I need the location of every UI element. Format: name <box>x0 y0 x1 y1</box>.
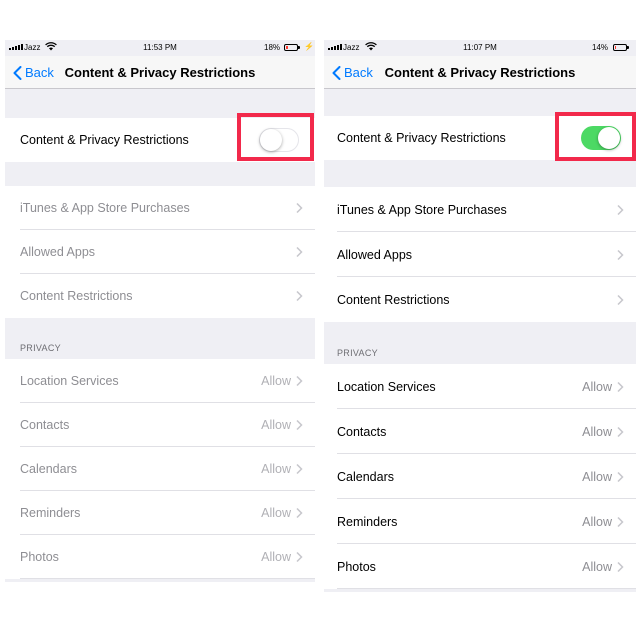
chevron-right-icon <box>296 290 303 302</box>
highlight-box-toggle-off <box>237 113 314 161</box>
chevron-right-icon <box>296 246 303 258</box>
list-item-value: Allow <box>582 424 612 439</box>
store-settings-group: iTunes & App Store Purchases Allowed App… <box>324 187 636 322</box>
list-item-label: Contacts <box>337 424 387 439</box>
list-item[interactable]: Calendars Allow <box>324 454 636 499</box>
chevron-right-icon <box>617 561 624 572</box>
store-settings-group: iTunes & App Store Purchases Allowed App… <box>5 186 315 318</box>
status-time: 11:07 PM <box>463 43 497 52</box>
chevron-right-icon <box>617 471 624 482</box>
list-item-label: iTunes & App Store Purchases <box>337 202 507 217</box>
list-item-label: Allowed Apps <box>337 247 413 262</box>
list-item-label: Photos <box>20 550 59 564</box>
chevron-right-icon <box>617 204 624 215</box>
list-item[interactable]: Location Services Allow <box>5 359 315 403</box>
privacy-section-header: PRIVACY <box>337 348 378 358</box>
chevron-right-icon <box>617 249 624 260</box>
list-item[interactable]: Content Restrictions <box>324 277 636 322</box>
list-item-value: Allow <box>261 550 291 564</box>
privacy-settings-group: Location Services Allow Contacts Allow C… <box>5 359 315 579</box>
list-item[interactable]: Allowed Apps <box>5 230 315 274</box>
list-item[interactable]: Photos Allow <box>5 535 315 579</box>
list-item[interactable]: Photos Allow <box>324 544 636 589</box>
list-item-label: Calendars <box>20 462 77 476</box>
list-item-label: Location Services <box>337 379 436 394</box>
list-item-label: Reminders <box>20 506 81 520</box>
privacy-settings-group: Location Services Allow Contacts Allow C… <box>324 364 636 589</box>
list-item[interactable]: Reminders Allow <box>5 491 315 535</box>
list-item[interactable]: Calendars Allow <box>5 447 315 491</box>
list-item[interactable]: Content Restrictions <box>5 274 315 318</box>
list-item[interactable]: Reminders Allow <box>324 499 636 544</box>
list-item-value: Allow <box>582 559 612 574</box>
list-item[interactable]: iTunes & App Store Purchases <box>324 187 636 232</box>
list-item[interactable]: Contacts Allow <box>324 409 636 454</box>
battery-percentage: 14% <box>592 43 609 52</box>
list-item[interactable]: Location Services Allow <box>324 364 636 409</box>
list-item-value: Allow <box>261 462 291 476</box>
list-item[interactable]: Allowed Apps <box>324 232 636 277</box>
list-item-label: Reminders <box>337 514 398 529</box>
battery-icon <box>613 44 629 51</box>
list-item-value: Allow <box>261 374 291 388</box>
navigation-bar: Back Content & Privacy Restrictions <box>324 56 636 89</box>
list-item-value: Allow <box>582 514 612 529</box>
master-toggle-label: Content & Privacy Restrictions <box>20 133 189 147</box>
page-title: Content & Privacy Restrictions <box>64 65 256 80</box>
chevron-right-icon <box>617 294 624 305</box>
list-item[interactable]: Contacts Allow <box>5 403 315 447</box>
list-item-label: Contacts <box>20 418 70 432</box>
list-item-label: iTunes & App Store Purchases <box>20 201 190 215</box>
chevron-right-icon <box>296 419 303 431</box>
chevron-right-icon <box>617 381 624 392</box>
chevron-right-icon <box>617 426 624 437</box>
chevron-right-icon <box>296 551 303 563</box>
chevron-right-icon <box>617 516 624 527</box>
status-bar: Jazz 11:07 PM 14% <box>324 40 636 56</box>
list-item-label: Photos <box>337 559 376 574</box>
privacy-section-header: PRIVACY <box>20 343 61 353</box>
charging-bolt-icon: ⚡ <box>304 42 314 51</box>
status-bar: Jazz 11:53 PM 18% ⚡ <box>5 40 315 56</box>
chevron-right-icon <box>296 202 303 214</box>
list-item-label: Location Services <box>20 374 119 388</box>
chevron-right-icon <box>296 463 303 475</box>
navigation-bar: Back Content & Privacy Restrictions <box>5 56 315 89</box>
battery-icon <box>284 44 300 51</box>
list-item-value: Allow <box>582 379 612 394</box>
master-toggle-label: Content & Privacy Restrictions <box>337 131 506 145</box>
chevron-right-icon <box>296 375 303 387</box>
highlight-box-toggle-on <box>555 112 636 161</box>
list-item-label: Allowed Apps <box>20 245 96 259</box>
list-item-value: Allow <box>582 469 612 484</box>
page-title: Content & Privacy Restrictions <box>384 65 576 80</box>
chevron-right-icon <box>296 507 303 519</box>
list-item[interactable]: iTunes & App Store Purchases <box>5 186 315 230</box>
list-item-value: Allow <box>261 506 291 520</box>
battery-percentage: 18% <box>264 43 281 52</box>
list-item-label: Content Restrictions <box>337 292 450 307</box>
list-item-label: Calendars <box>337 469 394 484</box>
list-item-value: Allow <box>261 418 291 432</box>
list-item-label: Content Restrictions <box>20 289 133 303</box>
